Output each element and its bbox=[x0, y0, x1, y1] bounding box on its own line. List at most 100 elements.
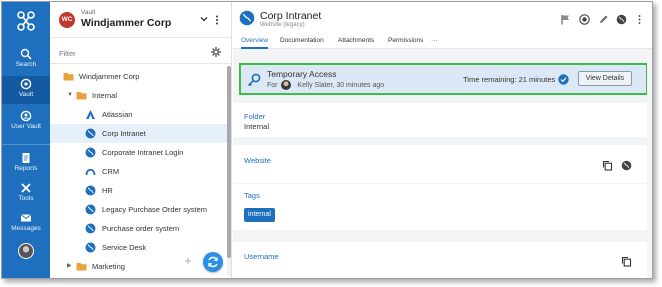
rail-tools[interactable]: Tools bbox=[2, 180, 50, 208]
user-vault-icon bbox=[20, 110, 32, 122]
view-details-button[interactable]: View Details bbox=[578, 71, 632, 86]
banner-title: Temporary Access bbox=[267, 69, 337, 79]
folder-icon bbox=[76, 263, 87, 271]
search-icon bbox=[20, 48, 32, 60]
open-website-icon[interactable] bbox=[616, 14, 627, 25]
vault-tree-panel: WC Vault Windjammer Corp Windjammer Corp bbox=[50, 2, 232, 278]
entry-detail-panel: Corp Intranet Website (legacy) Overview … bbox=[233, 2, 652, 278]
time-remaining: Time remaining: 21 minutes bbox=[463, 75, 556, 84]
tree-node-internal[interactable]: ▼ Internal bbox=[50, 86, 228, 105]
messages-icon bbox=[20, 214, 32, 222]
username-label: Username bbox=[244, 252, 279, 261]
globe-icon bbox=[85, 128, 96, 139]
rail-vault-label: Vault bbox=[18, 91, 34, 98]
tree-node-service-desk[interactable]: Service Desk bbox=[50, 238, 228, 257]
rail-vault[interactable]: Vault bbox=[2, 76, 50, 104]
entry-header: Corp Intranet Website (legacy) Overview … bbox=[233, 2, 652, 49]
tree-node-label: Legacy Purchase Order system bbox=[102, 205, 208, 214]
sync-button[interactable] bbox=[203, 252, 223, 272]
filter-bar bbox=[50, 42, 232, 64]
app-logo-icon[interactable] bbox=[16, 10, 36, 32]
flag-icon[interactable] bbox=[560, 14, 571, 25]
crm-icon bbox=[85, 168, 96, 176]
globe-icon bbox=[239, 10, 255, 26]
rail-search[interactable]: Search bbox=[2, 46, 50, 74]
vault-small-label: Vault bbox=[81, 9, 96, 16]
tree-node-label: Internal bbox=[92, 91, 118, 100]
tree-node-atlassian[interactable]: Atlassian bbox=[50, 105, 228, 124]
website-label: Website bbox=[244, 156, 271, 165]
key-icon bbox=[247, 73, 261, 87]
vault-badge: WC bbox=[59, 12, 75, 28]
website-field: Website bbox=[233, 145, 652, 183]
rail-reports[interactable]: Reports bbox=[2, 150, 50, 178]
folder-value: Internal bbox=[244, 122, 270, 131]
tree-node-label: HR bbox=[102, 186, 113, 195]
vault-name: Windjammer Corp bbox=[81, 17, 172, 29]
tab-permissions[interactable]: Permissions bbox=[388, 34, 423, 49]
tab-more[interactable]: ··· bbox=[431, 34, 438, 49]
add-icon[interactable]: + bbox=[182, 254, 194, 267]
detail-scrollbar[interactable] bbox=[647, 50, 652, 278]
record-icon[interactable] bbox=[579, 14, 590, 25]
vault-icon bbox=[20, 78, 32, 90]
more-vertical-icon[interactable] bbox=[214, 14, 220, 26]
tab-overview[interactable]: Overview bbox=[241, 34, 269, 49]
nav-rail: Search Vault User Vault Reports Tools Me… bbox=[2, 2, 50, 278]
edit-icon[interactable] bbox=[598, 14, 609, 25]
folder-icon bbox=[63, 73, 74, 81]
caret-right-icon[interactable]: ▶ bbox=[67, 257, 72, 276]
folder-field: Folder Internal bbox=[233, 103, 652, 137]
tree-node-corp-intranet[interactable]: Corp Intranet bbox=[50, 124, 228, 143]
filter-settings-icon[interactable] bbox=[210, 46, 222, 58]
tree-scrollbar-thumb[interactable] bbox=[227, 66, 231, 258]
tree-node-label: Purchase order system bbox=[102, 224, 180, 233]
tree-node-legacy-po[interactable]: Legacy Purchase Order system bbox=[50, 200, 228, 219]
app-window: Search Vault User Vault Reports Tools Me… bbox=[1, 1, 653, 279]
rail-reports-label: Reports bbox=[14, 165, 38, 172]
globe-icon bbox=[85, 185, 96, 196]
open-website-icon[interactable] bbox=[621, 160, 632, 171]
rail-tools-label: Tools bbox=[18, 195, 34, 202]
vault-header[interactable]: WC Vault Windjammer Corp bbox=[50, 2, 232, 38]
copy-icon[interactable] bbox=[621, 256, 632, 267]
tag-chip[interactable]: internal bbox=[244, 208, 275, 222]
tree-node-hr[interactable]: HR bbox=[50, 181, 228, 200]
reports-icon bbox=[22, 153, 30, 163]
globe-icon bbox=[85, 223, 96, 234]
tree-node-purchase-order[interactable]: Purchase order system bbox=[50, 219, 228, 238]
globe-icon bbox=[85, 204, 96, 215]
caret-down-icon[interactable]: ▼ bbox=[67, 86, 73, 105]
copy-icon[interactable] bbox=[602, 160, 613, 171]
tools-icon bbox=[21, 183, 31, 193]
folder-label: Folder bbox=[244, 112, 266, 121]
rail-search-label: Search bbox=[15, 61, 37, 68]
tree-node-root[interactable]: Windjammer Corp bbox=[50, 67, 228, 86]
rail-messages-label: Messages bbox=[11, 225, 41, 232]
rail-user-vault-label: User Vault bbox=[11, 123, 41, 130]
user-avatar[interactable] bbox=[18, 243, 34, 259]
rail-messages[interactable]: Messages bbox=[2, 210, 50, 238]
entry-subtitle: Website (legacy) bbox=[260, 22, 305, 28]
requester-avatar bbox=[281, 80, 291, 90]
tree-node-marketing[interactable]: ▶ Marketing bbox=[50, 257, 228, 276]
check-circle-icon bbox=[558, 74, 569, 85]
tags-label: Tags bbox=[244, 191, 260, 200]
banner-for-text: Kelly Slater, 30 minutes ago bbox=[297, 82, 385, 89]
tree-node-label: Atlassian bbox=[102, 110, 133, 119]
tree-node-corporate-intranet-login[interactable]: Corporate Intranet Login bbox=[50, 143, 228, 162]
temporary-access-banner: Temporary Access For Kelly Slater, 30 mi… bbox=[239, 63, 648, 95]
chevron-down-icon[interactable] bbox=[199, 14, 209, 24]
globe-icon bbox=[85, 242, 96, 253]
folder-icon bbox=[76, 92, 87, 100]
filter-input[interactable] bbox=[59, 46, 199, 60]
tree-node-crm[interactable]: CRM bbox=[50, 162, 228, 181]
rail-user-vault[interactable]: User Vault bbox=[2, 108, 50, 136]
username-field: Username bbox=[233, 242, 652, 278]
tab-documentation[interactable]: Documentation bbox=[280, 34, 324, 49]
tree-node-label: Windjammer Corp bbox=[79, 72, 140, 81]
more-vertical-icon[interactable] bbox=[634, 14, 645, 25]
atlassian-icon bbox=[86, 110, 95, 119]
entry-title: Corp Intranet bbox=[260, 10, 322, 22]
tab-attachments[interactable]: Attachments bbox=[338, 34, 374, 49]
